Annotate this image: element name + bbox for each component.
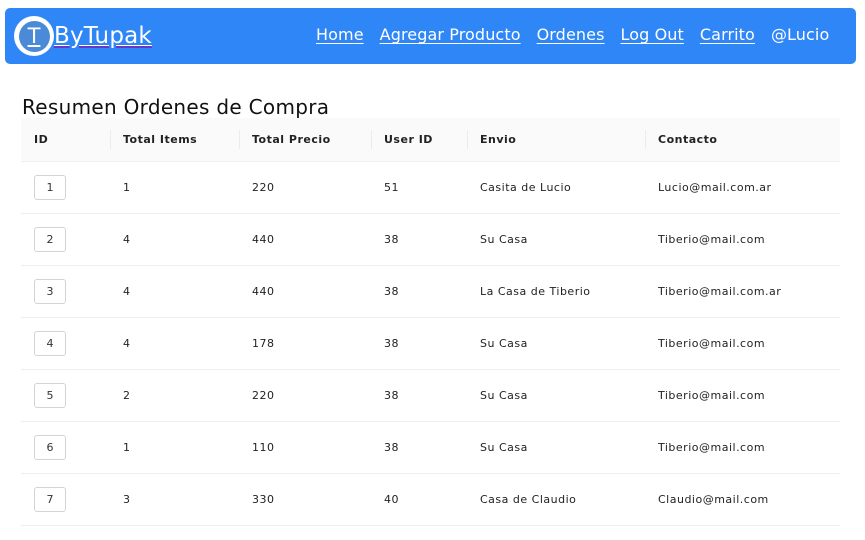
cell-envio: Su Casa <box>480 440 528 454</box>
navbar: T ByTupak Home Agregar Producto Ordenes … <box>5 8 856 64</box>
cell-total-items: 3 <box>123 492 131 506</box>
cell-total-items: 1 <box>123 440 131 454</box>
page-title: Resumen Ordenes de Compra <box>22 95 330 119</box>
cell-envio: Casita de Lucio <box>480 180 572 194</box>
nav-link-home[interactable]: Home <box>316 25 364 44</box>
order-id-button[interactable]: 5 <box>34 382 66 408</box>
cell-contacto: Tiberio@mail.com <box>658 440 766 454</box>
cell-envio: Su Casa <box>480 232 528 246</box>
table-row: 6 1 110 38 Su Casa Tiberio@mail.com <box>21 421 840 473</box>
cell-id: 6 <box>21 421 110 473</box>
order-id-button[interactable]: 3 <box>34 278 66 304</box>
table-row: 2 4 440 38 Su Casa Tiberio@mail.com <box>21 213 840 265</box>
cell-envio: La Casa de Tiberio <box>480 284 591 298</box>
nav-user[interactable]: @Lucio <box>771 25 829 44</box>
cell-total-precio: 178 <box>252 336 275 350</box>
cell-contacto: Tiberio@mail.com <box>658 388 766 402</box>
cell-id: 2 <box>21 213 110 265</box>
orders-table: ID Total Items Total Precio User ID Envi… <box>21 118 840 526</box>
header-contacto: Contacto <box>645 118 840 162</box>
table-row: 4 4 178 38 Su Casa Tiberio@mail.com <box>21 317 840 369</box>
order-id-button[interactable]: 1 <box>34 174 66 200</box>
cell-user-id: 51 <box>384 180 399 194</box>
cell-contacto: Lucio@mail.com.ar <box>658 180 772 194</box>
cell-envio: Su Casa <box>480 336 528 350</box>
cell-total-precio: 440 <box>252 284 275 298</box>
order-id-button[interactable]: 4 <box>34 330 66 356</box>
cell-total-items: 2 <box>123 388 131 402</box>
cell-id: 5 <box>21 369 110 421</box>
cell-total-precio: 220 <box>252 180 275 194</box>
brand-link[interactable]: T ByTupak <box>14 16 152 56</box>
cell-total-precio: 330 <box>252 492 275 506</box>
cell-contacto: Tiberio@mail.com <box>658 232 766 246</box>
order-id-button[interactable]: 2 <box>34 226 66 252</box>
cell-total-items: 4 <box>123 232 131 246</box>
cell-user-id: 38 <box>384 336 399 350</box>
cell-total-precio: 220 <box>252 388 275 402</box>
header-user-id: User ID <box>371 118 467 162</box>
logo-icon: T <box>14 16 54 56</box>
cell-id: 7 <box>21 473 110 525</box>
nav-links: Home Agregar Producto Ordenes Log Out Ca… <box>316 25 845 44</box>
table-row: 1 1 220 51 Casita de Lucio Lucio@mail.co… <box>21 161 840 213</box>
cell-contacto: Tiberio@mail.com.ar <box>658 284 782 298</box>
nav-link-carrito[interactable]: Carrito <box>700 25 755 44</box>
header-total-precio: Total Precio <box>239 118 371 162</box>
nav-link-agregar-producto[interactable]: Agregar Producto <box>380 25 521 44</box>
cell-contacto: Tiberio@mail.com <box>658 336 766 350</box>
cell-total-precio: 110 <box>252 440 275 454</box>
cell-user-id: 38 <box>384 440 399 454</box>
cell-envio: Su Casa <box>480 388 528 402</box>
cell-user-id: 38 <box>384 284 399 298</box>
cell-total-precio: 440 <box>252 232 275 246</box>
cell-id: 3 <box>21 265 110 317</box>
nav-link-log-out[interactable]: Log Out <box>621 25 684 44</box>
cell-user-id: 40 <box>384 492 399 506</box>
header-id: ID <box>21 118 110 162</box>
cell-total-items: 4 <box>123 336 131 350</box>
cell-id: 4 <box>21 317 110 369</box>
cell-total-items: 4 <box>123 284 131 298</box>
brand-name: ByTupak <box>54 23 152 49</box>
order-id-button[interactable]: 6 <box>34 434 66 460</box>
table-row: 7 3 330 40 Casa de Claudio Claudio@mail.… <box>21 473 840 525</box>
header-envio: Envio <box>467 118 645 162</box>
table-header-row: ID Total Items Total Precio User ID Envi… <box>21 118 840 162</box>
cell-user-id: 38 <box>384 232 399 246</box>
order-id-button[interactable]: 7 <box>34 486 66 512</box>
header-total-items: Total Items <box>110 118 239 162</box>
table-row: 5 2 220 38 Su Casa Tiberio@mail.com <box>21 369 840 421</box>
cell-id: 1 <box>21 161 110 213</box>
cell-user-id: 38 <box>384 388 399 402</box>
logo-letter: T <box>18 20 50 52</box>
table-row: 3 4 440 38 La Casa de Tiberio Tiberio@ma… <box>21 265 840 317</box>
cell-envio: Casa de Claudio <box>480 492 577 506</box>
cell-contacto: Claudio@mail.com <box>658 492 769 506</box>
cell-total-items: 1 <box>123 180 131 194</box>
nav-link-ordenes[interactable]: Ordenes <box>537 25 605 44</box>
